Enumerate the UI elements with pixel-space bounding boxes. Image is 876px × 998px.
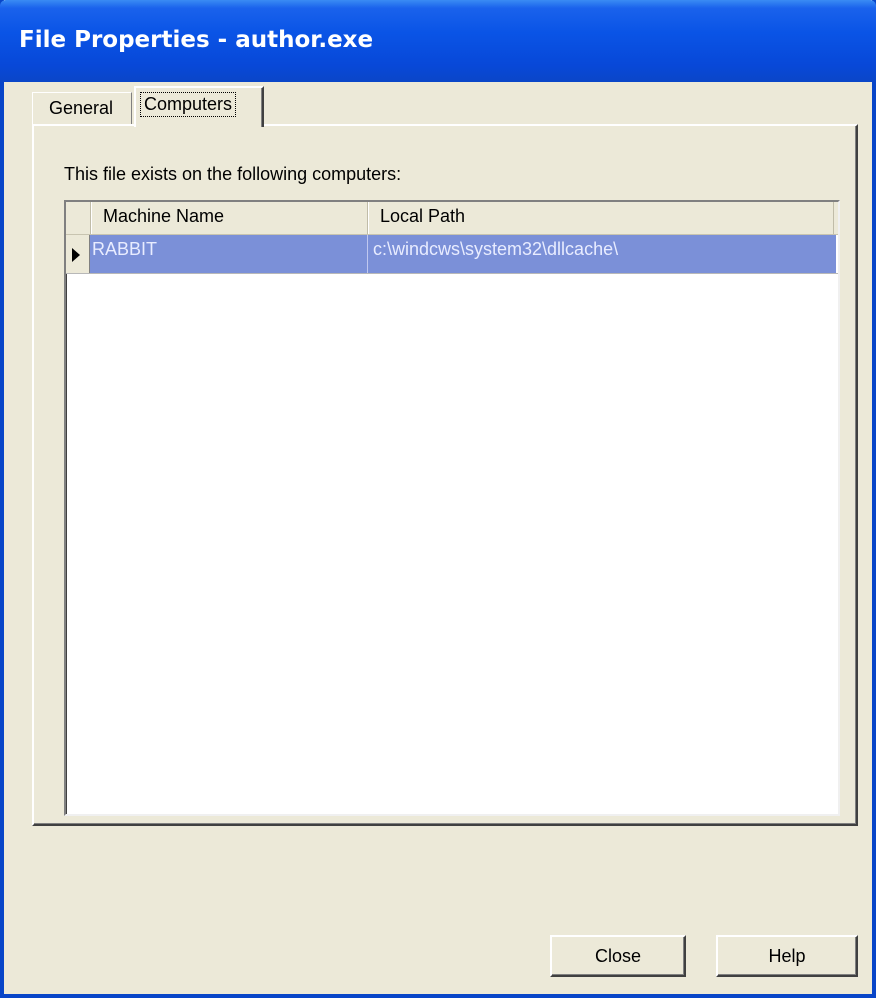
column-header-local-path[interactable]: Local Path (368, 202, 834, 234)
row-indicator[interactable] (66, 235, 90, 273)
grid-header: Machine Name Local Path (66, 202, 838, 235)
row-indicator-header (66, 202, 91, 234)
tab-general[interactable]: General (32, 92, 132, 124)
window-title: File Properties - author.exe (19, 27, 374, 53)
computers-tab-panel: This file exists on the following comput… (32, 124, 858, 826)
tab-general-label: General (49, 98, 114, 118)
help-button[interactable]: Help (716, 935, 858, 977)
tab-computers-label: Computers (140, 92, 237, 117)
column-header-machine-name[interactable]: Machine Name (91, 202, 368, 234)
cell-local-path[interactable]: c:\windcws\system32\dllcache\ (368, 235, 836, 273)
close-button[interactable]: Close (550, 935, 686, 977)
title-bar[interactable]: File Properties - author.exe (0, 0, 876, 82)
tab-computers[interactable]: Computers (134, 86, 264, 127)
panel-caption: This file exists on the following comput… (64, 164, 402, 184)
computers-grid[interactable]: Machine Name Local Path RABBIT c:\windcw… (64, 200, 840, 816)
current-row-arrow-icon (72, 248, 80, 262)
file-properties-dialog: File Properties - author.exe General Com… (0, 0, 876, 998)
cell-machine-name[interactable]: RABBIT (90, 235, 368, 273)
table-row[interactable]: RABBIT c:\windcws\system32\dllcache\ (66, 235, 838, 274)
